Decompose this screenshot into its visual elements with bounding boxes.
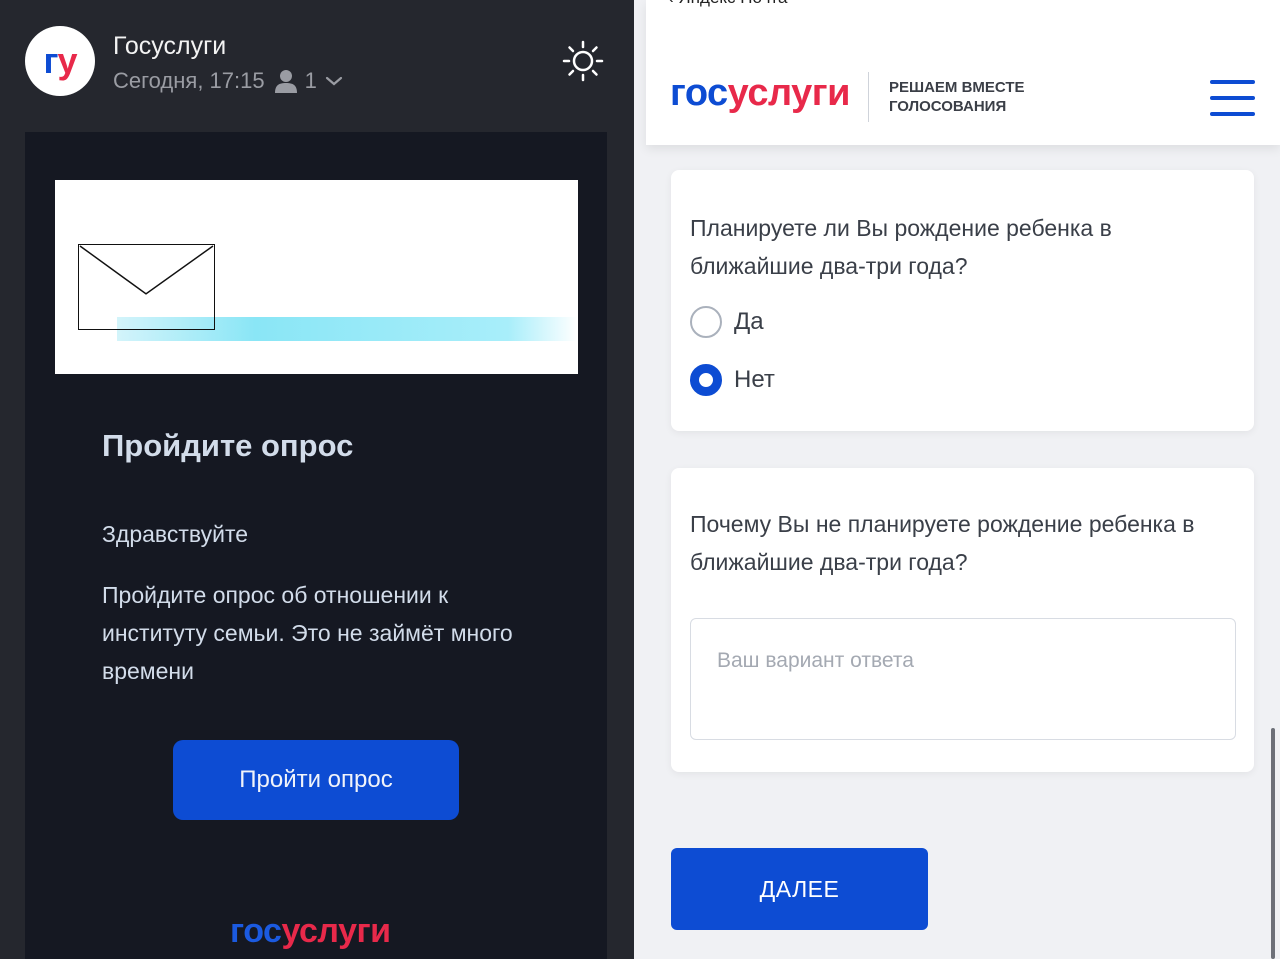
page-scrollbar[interactable] <box>1271 728 1275 959</box>
next-button[interactable]: ДАЛЕЕ <box>671 848 928 930</box>
recipient-count: 1 <box>304 68 317 93</box>
chevron-down-icon <box>325 76 342 86</box>
footer-logo-part-gos: гос <box>230 912 282 950</box>
avatar-letter-g: г <box>43 40 58 81</box>
person-icon <box>274 70 297 93</box>
mail-title: Пройдите опрос <box>102 428 354 463</box>
mail-banner-image <box>55 180 578 374</box>
gosuslugi-logo[interactable]: госуслуги <box>670 72 850 115</box>
mail-greeting: Здравствуйте <box>102 521 249 547</box>
envelope-icon <box>78 244 215 330</box>
take-survey-button[interactable]: Пройти опрос <box>173 740 459 820</box>
sender-avatar[interactable]: гу <box>25 26 95 96</box>
radio-option-no[interactable]: Нет <box>690 364 775 396</box>
mail-timestamp: Сегодня, 17:15 <box>113 68 265 93</box>
recipients-toggle[interactable]: 1 <box>274 68 343 94</box>
sender-name[interactable]: Госуслуги <box>113 32 226 61</box>
logo-part-uslugi: услуги <box>727 72 851 114</box>
question-2-text: Почему Вы не планируете рождение ребенка… <box>690 511 1195 575</box>
back-to-mail-link[interactable]: ‹ Яндекс Почта <box>668 0 787 8</box>
logo-divider <box>868 72 869 122</box>
site-tagline: РЕШАЕМ ВМЕСТЕ ГОЛОСОВАНИЯ <box>889 78 1025 116</box>
mail-body-text: Пройдите опрос об отношении к институту … <box>102 582 513 684</box>
radio-button-no[interactable] <box>690 364 722 396</box>
hamburger-menu-icon[interactable] <box>1210 80 1255 116</box>
radio-label-yes: Да <box>734 308 764 335</box>
radio-label-no: Нет <box>734 366 775 393</box>
logo-part-gos: гос <box>670 72 728 114</box>
answer-textarea[interactable] <box>690 618 1236 740</box>
radio-option-yes[interactable]: Да <box>690 306 764 338</box>
footer-logo-part-uslugi: услуги <box>281 912 391 950</box>
avatar-letter-u: у <box>57 40 77 81</box>
mail-pane: гу Госуслуги Сегодня, 17:15 1 Пройдите о… <box>0 0 634 959</box>
mail-meta: Сегодня, 17:15 1 <box>113 68 343 94</box>
tagline-line-2: ГОЛОСОВАНИЯ <box>889 98 1007 115</box>
sun-icon[interactable] <box>562 40 604 82</box>
footer-logo[interactable]: госуслуги <box>230 912 391 951</box>
tagline-line-1: РЕШАЕМ ВМЕСТЕ <box>889 79 1025 96</box>
question-1-text: Планируете ли Вы рождение ребенка в ближ… <box>690 215 1112 279</box>
radio-button-yes[interactable] <box>690 306 722 338</box>
